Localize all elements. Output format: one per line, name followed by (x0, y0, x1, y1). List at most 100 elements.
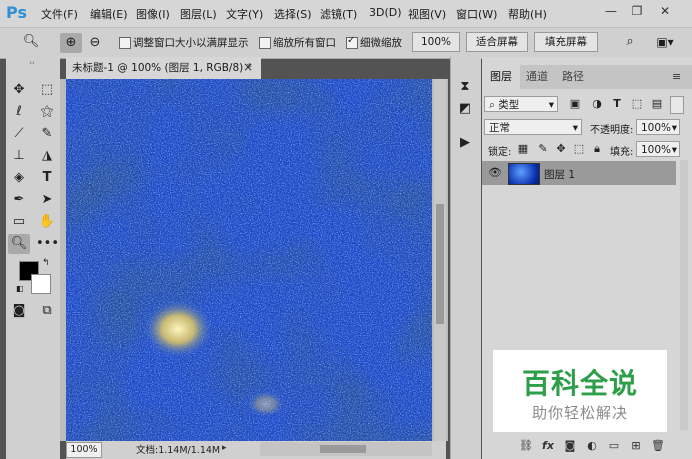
restore-button[interactable]: ❐ (626, 2, 648, 20)
minimize-button[interactable]: — (600, 2, 622, 20)
canvas-image[interactable] (66, 79, 432, 441)
filter-type-icon[interactable]: T (610, 97, 624, 111)
menu-view[interactable]: 视图(V) (408, 6, 446, 22)
zoom-out-icon[interactable]: ⊖ (84, 33, 106, 53)
panel-menu-icon[interactable]: ≡ (672, 70, 681, 83)
lock-position-icon[interactable]: ✥ (554, 142, 568, 156)
opacity-label: 不透明度: (590, 125, 634, 136)
hand-tool-icon[interactable]: ✋ (36, 212, 58, 232)
document-tab-title: 未标题-1 @ 100% (图层 1, RGB/8) * (72, 62, 252, 74)
vertical-scroll-thumb[interactable] (436, 204, 444, 324)
adjustment-layer-icon[interactable]: ◐ (584, 438, 600, 454)
quick-mask-icon[interactable]: ◙ (8, 301, 30, 321)
artwork (66, 79, 432, 441)
visibility-eye-icon[interactable]: 👁︎ (488, 166, 502, 180)
new-group-icon[interactable]: ▭ (606, 438, 622, 454)
magic-wand-tool-icon[interactable]: ⚝ (36, 102, 58, 122)
menu-file[interactable]: 文件(F) (41, 6, 78, 22)
layer-thumbnail (508, 163, 540, 185)
menu-select[interactable]: 选择(S) (274, 6, 312, 22)
opacity-field[interactable]: 100% ▾ (636, 119, 680, 135)
horizontal-scroll-thumb[interactable] (320, 445, 366, 453)
stamp-tool-icon[interactable]: ⊥ (8, 146, 30, 166)
zoom-tool-preset-icon[interactable]: 🔍︎ (20, 33, 42, 51)
layers-scrollbar[interactable] (680, 160, 688, 430)
screen-mode-icon[interactable]: ⧉ (36, 301, 58, 321)
rectangle-tool-icon[interactable]: ▭ (8, 212, 30, 232)
properties-icon[interactable]: ◩ (456, 100, 474, 118)
lock-label: 锁定: (488, 147, 512, 158)
actions-play-icon[interactable]: ▶ (456, 134, 474, 152)
layer-filter-select[interactable]: ⌕ 类型 ▾ (484, 96, 558, 112)
tab-channels[interactable]: 通道 (518, 65, 556, 89)
bucket-tool-icon[interactable]: ◈ (8, 168, 30, 188)
fit-screen-button[interactable]: 适合屏幕 (466, 32, 528, 52)
chevron-down-icon: ▾ (572, 122, 578, 134)
brush-tool-icon[interactable]: ✎ (36, 124, 58, 144)
menu-window[interactable]: 窗口(W) (456, 6, 497, 22)
link-layers-icon[interactable]: ⛓ (518, 438, 534, 454)
new-layer-icon[interactable]: ⊞ (628, 438, 644, 454)
chevron-down-icon: ▾ (671, 122, 677, 134)
filter-shape-icon[interactable]: ⬚ (630, 97, 644, 111)
swap-colors-icon[interactable]: ↰ (42, 258, 52, 268)
filter-toggle-switch[interactable] (670, 96, 684, 114)
menu-image[interactable]: 图像(I) (136, 6, 170, 22)
more-tools-icon[interactable]: ••• (36, 234, 59, 254)
chevron-down-icon: ▾ (548, 99, 554, 111)
zoom-all-checkbox[interactable] (259, 37, 271, 49)
path-selection-tool-icon[interactable]: ➤ (36, 190, 58, 210)
menu-filter[interactable]: 滤镜(T) (320, 6, 357, 22)
chevron-down-icon: ▾ (671, 144, 677, 156)
menu-type[interactable]: 文字(Y) (226, 6, 263, 22)
blend-mode-value: 正常 (489, 122, 510, 134)
delete-layer-icon[interactable]: 🗑︎ (650, 438, 666, 454)
blend-mode-select[interactable]: 正常 ▾ (484, 119, 582, 135)
background-color-swatch[interactable] (31, 274, 51, 294)
fill-label: 填充: (610, 147, 634, 158)
marquee-tool-icon[interactable]: ⬚ (36, 80, 58, 100)
document-info: 文档:1.14M/1.14M (136, 445, 221, 456)
lasso-tool-icon[interactable]: ℓ (8, 102, 30, 122)
close-window-button[interactable]: ✕ (654, 2, 676, 20)
status-zoom-field[interactable]: 100% (66, 442, 102, 458)
move-tool-icon[interactable]: ✥ (8, 80, 30, 100)
lock-artboard-icon[interactable]: ⬚ (572, 142, 586, 156)
workspace-switcher-icon[interactable]: ▣▾ (650, 33, 680, 51)
zoom-percent-field[interactable]: 100% (412, 32, 460, 52)
lock-transparent-icon[interactable]: ▦ (516, 142, 530, 156)
zoom-tool-icon[interactable]: 🔍︎ (8, 234, 30, 254)
tab-paths[interactable]: 路径 (554, 65, 592, 89)
tab-layers[interactable]: 图层 (482, 65, 520, 89)
fill-screen-button[interactable]: 填充屏幕 (534, 32, 598, 52)
eraser-tool-icon[interactable]: ◮ (36, 146, 58, 166)
type-tool-icon[interactable]: T (36, 168, 58, 188)
tools-grip-icon[interactable]: ‹‹ (8, 60, 56, 67)
menu-edit[interactable]: 编辑(E) (90, 6, 128, 22)
menu-layer[interactable]: 图层(L) (180, 6, 217, 22)
filter-smart-object-icon[interactable]: ▤ (650, 97, 664, 111)
lock-all-icon[interactable]: 🔒︎ (590, 142, 604, 156)
document-tab[interactable]: 未标题-1 @ 100% (图层 1, RGB/8) * (66, 57, 261, 79)
layer-name[interactable]: 图层 1 (544, 167, 575, 182)
resize-windows-checkbox[interactable] (119, 37, 131, 49)
scrubby-zoom-checkbox[interactable] (346, 35, 358, 49)
default-colors-icon[interactable]: ◧ (16, 284, 26, 294)
fx-icon[interactable]: fx (540, 438, 556, 454)
pen-tool-icon[interactable]: ✒ (8, 190, 30, 210)
close-tab-icon[interactable]: × (241, 60, 255, 74)
filter-adjustment-icon[interactable]: ◑ (590, 97, 604, 111)
filter-pixel-icon[interactable]: ▣ (568, 97, 582, 111)
menu-help[interactable]: 帮助(H) (508, 6, 547, 22)
fill-field[interactable]: 100% ▾ (636, 141, 680, 157)
zoom-in-icon[interactable]: ⊕ (60, 33, 82, 53)
history-icon[interactable]: ⧗ (456, 78, 474, 96)
lock-image-icon[interactable]: ✎ (536, 142, 550, 156)
menu-3d[interactable]: 3D(D) (369, 6, 402, 19)
add-mask-icon[interactable]: ◙ (562, 438, 578, 454)
opacity-value: 100% (641, 122, 672, 134)
eyedropper-tool-icon[interactable]: ⟋ (8, 124, 30, 144)
fill-value: 100% (641, 144, 672, 156)
status-menu-icon[interactable]: ▸ (222, 443, 227, 453)
search-icon[interactable]: ⌕ (620, 33, 640, 51)
